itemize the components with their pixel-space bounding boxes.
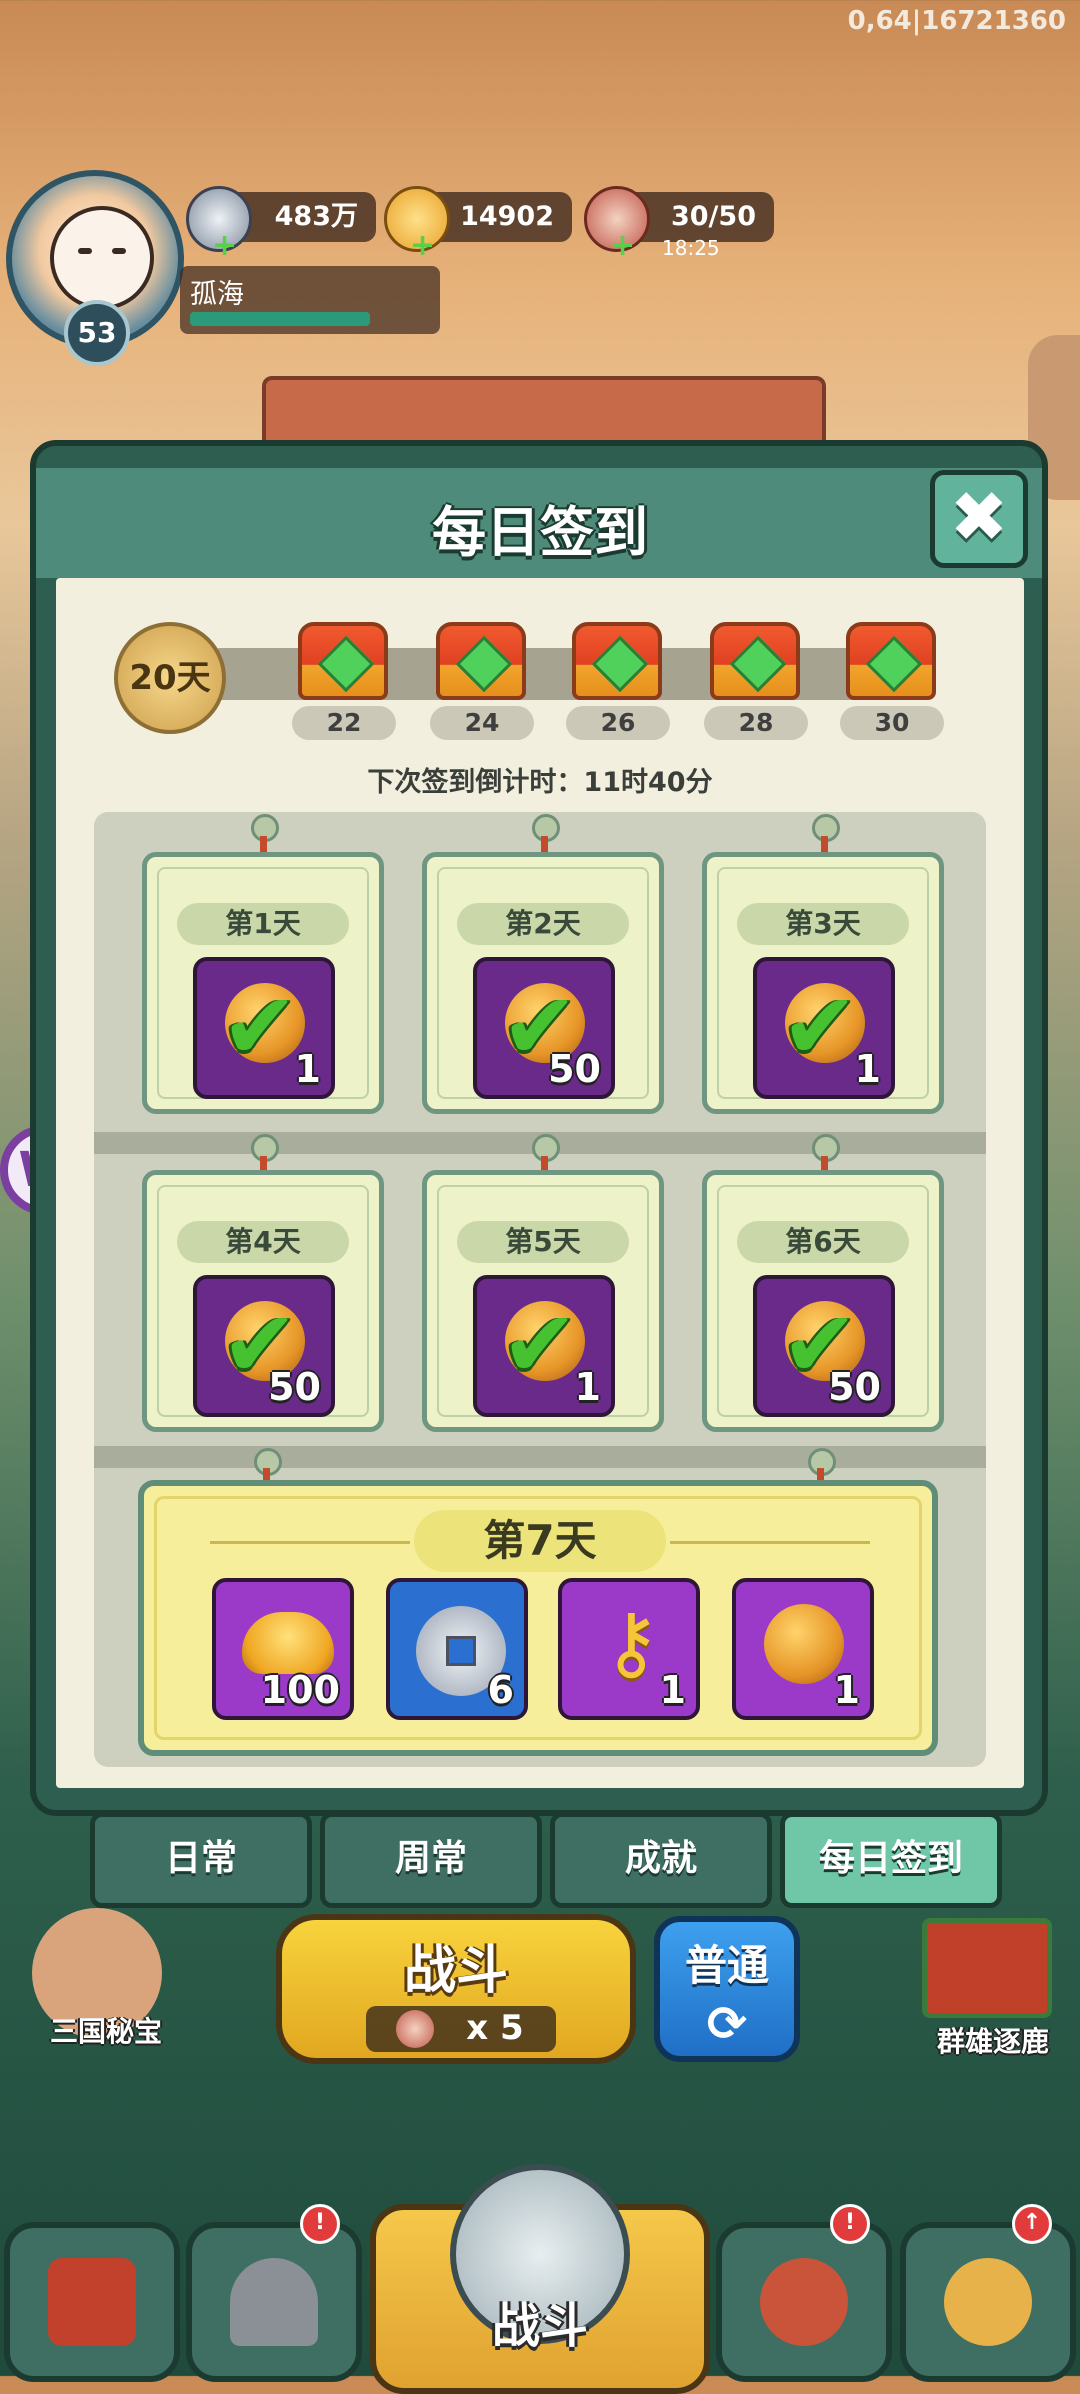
battle-label: 战斗 xyxy=(403,1941,508,2001)
claimed-check-icon: ✔ xyxy=(221,973,299,1080)
warlords-label: 群雄逐鹿 xyxy=(936,2025,1049,2058)
reward-count: 50 xyxy=(828,1365,881,1409)
claimed-check-icon: ✔ xyxy=(781,973,859,1080)
gold-value: 14902 xyxy=(460,201,554,232)
milestone-day: 30 xyxy=(840,706,944,740)
reward-count: 1 xyxy=(294,1047,321,1091)
chest-icon[interactable] xyxy=(298,622,388,700)
nav-battle-label: 战斗 xyxy=(491,2298,588,2354)
reward-item: ✔ 1 xyxy=(473,1275,615,1417)
decor-line xyxy=(670,1541,870,1544)
day7-label: 第7天 xyxy=(414,1510,666,1572)
reward-item: ✔ 50 xyxy=(473,957,615,1099)
milestone-day: 28 xyxy=(704,706,808,740)
stamina-add-icon[interactable]: + xyxy=(610,228,635,263)
rooster-hero-icon xyxy=(760,2258,848,2346)
notification-badge: ! xyxy=(830,2204,870,2244)
gold-add-icon[interactable]: + xyxy=(410,228,435,263)
tab-weekly[interactable]: 周常 xyxy=(320,1812,542,1908)
day-label: 第1天 xyxy=(177,903,349,945)
signin-countdown: 下次签到倒计时：11时40分 xyxy=(367,767,713,798)
reward-copper-coin[interactable]: 1 xyxy=(732,1578,874,1720)
fist-upgrade-icon xyxy=(944,2258,1032,2346)
reward-item: ✔ 50 xyxy=(753,1275,895,1417)
day-card-1[interactable]: 第1天 ✔ 1 xyxy=(142,852,384,1114)
close-icon: ✖ xyxy=(949,476,1009,558)
day-label: 第4天 xyxy=(177,1221,349,1263)
close-button[interactable]: ✖ xyxy=(930,470,1028,568)
tab-daily[interactable]: 日常 xyxy=(90,1812,312,1908)
day-label: 第3天 xyxy=(737,903,909,945)
nav-equipment[interactable] xyxy=(186,2222,362,2382)
silver-add-icon[interactable]: + xyxy=(212,228,237,263)
reward-item: ✔ 50 xyxy=(193,1275,335,1417)
milestone-day: 24 xyxy=(430,706,534,740)
shelf-divider xyxy=(94,1446,986,1468)
city-gate-icon xyxy=(48,2258,136,2346)
silver-value: 483万 xyxy=(274,201,358,232)
gold-ingot-icon xyxy=(242,1612,334,1674)
warlords-banner-icon[interactable] xyxy=(922,1918,1052,2018)
copper-coin-icon xyxy=(764,1604,844,1684)
chest-icon[interactable] xyxy=(436,622,526,700)
chest-icon[interactable] xyxy=(846,622,936,700)
notification-badge: ! xyxy=(300,2204,340,2244)
reward-item: ✔ 1 xyxy=(193,957,335,1099)
reward-count: 1 xyxy=(574,1365,601,1409)
reward-count: 1 xyxy=(833,1668,860,1712)
nav-upgrade[interactable] xyxy=(900,2222,1076,2382)
reward-key[interactable]: ⚷ 1 xyxy=(558,1578,700,1720)
reward-item: ✔ 1 xyxy=(753,957,895,1099)
day-card-5[interactable]: 第5天 ✔ 1 xyxy=(422,1170,664,1432)
day-card-4[interactable]: 第4天 ✔ 50 xyxy=(142,1170,384,1432)
nav-heroes[interactable] xyxy=(716,2222,892,2382)
tab-daily-signin[interactable]: 每日签到 xyxy=(780,1812,1002,1908)
claimed-check-icon: ✔ xyxy=(501,1291,579,1398)
battle-cost: x 5 xyxy=(466,2008,524,2048)
nav-city[interactable] xyxy=(4,2222,180,2382)
stamina-value: 30/50 xyxy=(670,201,756,232)
milestone-day: 22 xyxy=(292,706,396,740)
stamina-timer: 18:25 xyxy=(662,236,720,260)
reward-count: 1 xyxy=(659,1668,686,1712)
chest-icon[interactable] xyxy=(572,622,662,700)
reward-count: 1 xyxy=(854,1047,881,1091)
signed-days-medal: 20天 xyxy=(114,622,226,734)
day-card-6[interactable]: 第6天 ✔ 50 xyxy=(702,1170,944,1432)
helmet-icon xyxy=(230,2258,318,2346)
day-card-2[interactable]: 第2天 ✔ 50 xyxy=(422,852,664,1114)
reward-gold-ingot[interactable]: 100 xyxy=(212,1578,354,1720)
reward-count: 6 xyxy=(487,1668,514,1712)
reward-silver-coin[interactable]: 6 xyxy=(386,1578,528,1720)
sanguo-treasure-label: 三国秘宝 xyxy=(49,2015,162,2048)
upgrade-arrow-badge: ↑ xyxy=(1012,2204,1052,2244)
refresh-icon: ⟳ xyxy=(706,1996,748,2052)
player-name: 孤海 xyxy=(190,279,244,310)
reward-count: 100 xyxy=(260,1668,340,1712)
chest-icon[interactable] xyxy=(710,622,800,700)
dialog-title: 每日签到 xyxy=(432,501,648,564)
key-icon: ⚷ xyxy=(602,1596,661,1689)
player-level-badge: 53 xyxy=(64,300,130,366)
day-label: 第6天 xyxy=(737,1221,909,1263)
player-exp-bar xyxy=(190,312,370,326)
tab-achievements[interactable]: 成就 xyxy=(550,1812,772,1908)
debug-readout: 0,64|16721360 xyxy=(847,6,1066,36)
day-label: 第2天 xyxy=(457,903,629,945)
day-card-3[interactable]: 第3天 ✔ 1 xyxy=(702,852,944,1114)
mode-label: 普通 xyxy=(684,1941,769,1990)
milestone-day: 26 xyxy=(566,706,670,740)
decor-line xyxy=(210,1541,410,1544)
reward-count: 50 xyxy=(548,1047,601,1091)
reward-count: 50 xyxy=(268,1365,321,1409)
day-label: 第5天 xyxy=(457,1221,629,1263)
